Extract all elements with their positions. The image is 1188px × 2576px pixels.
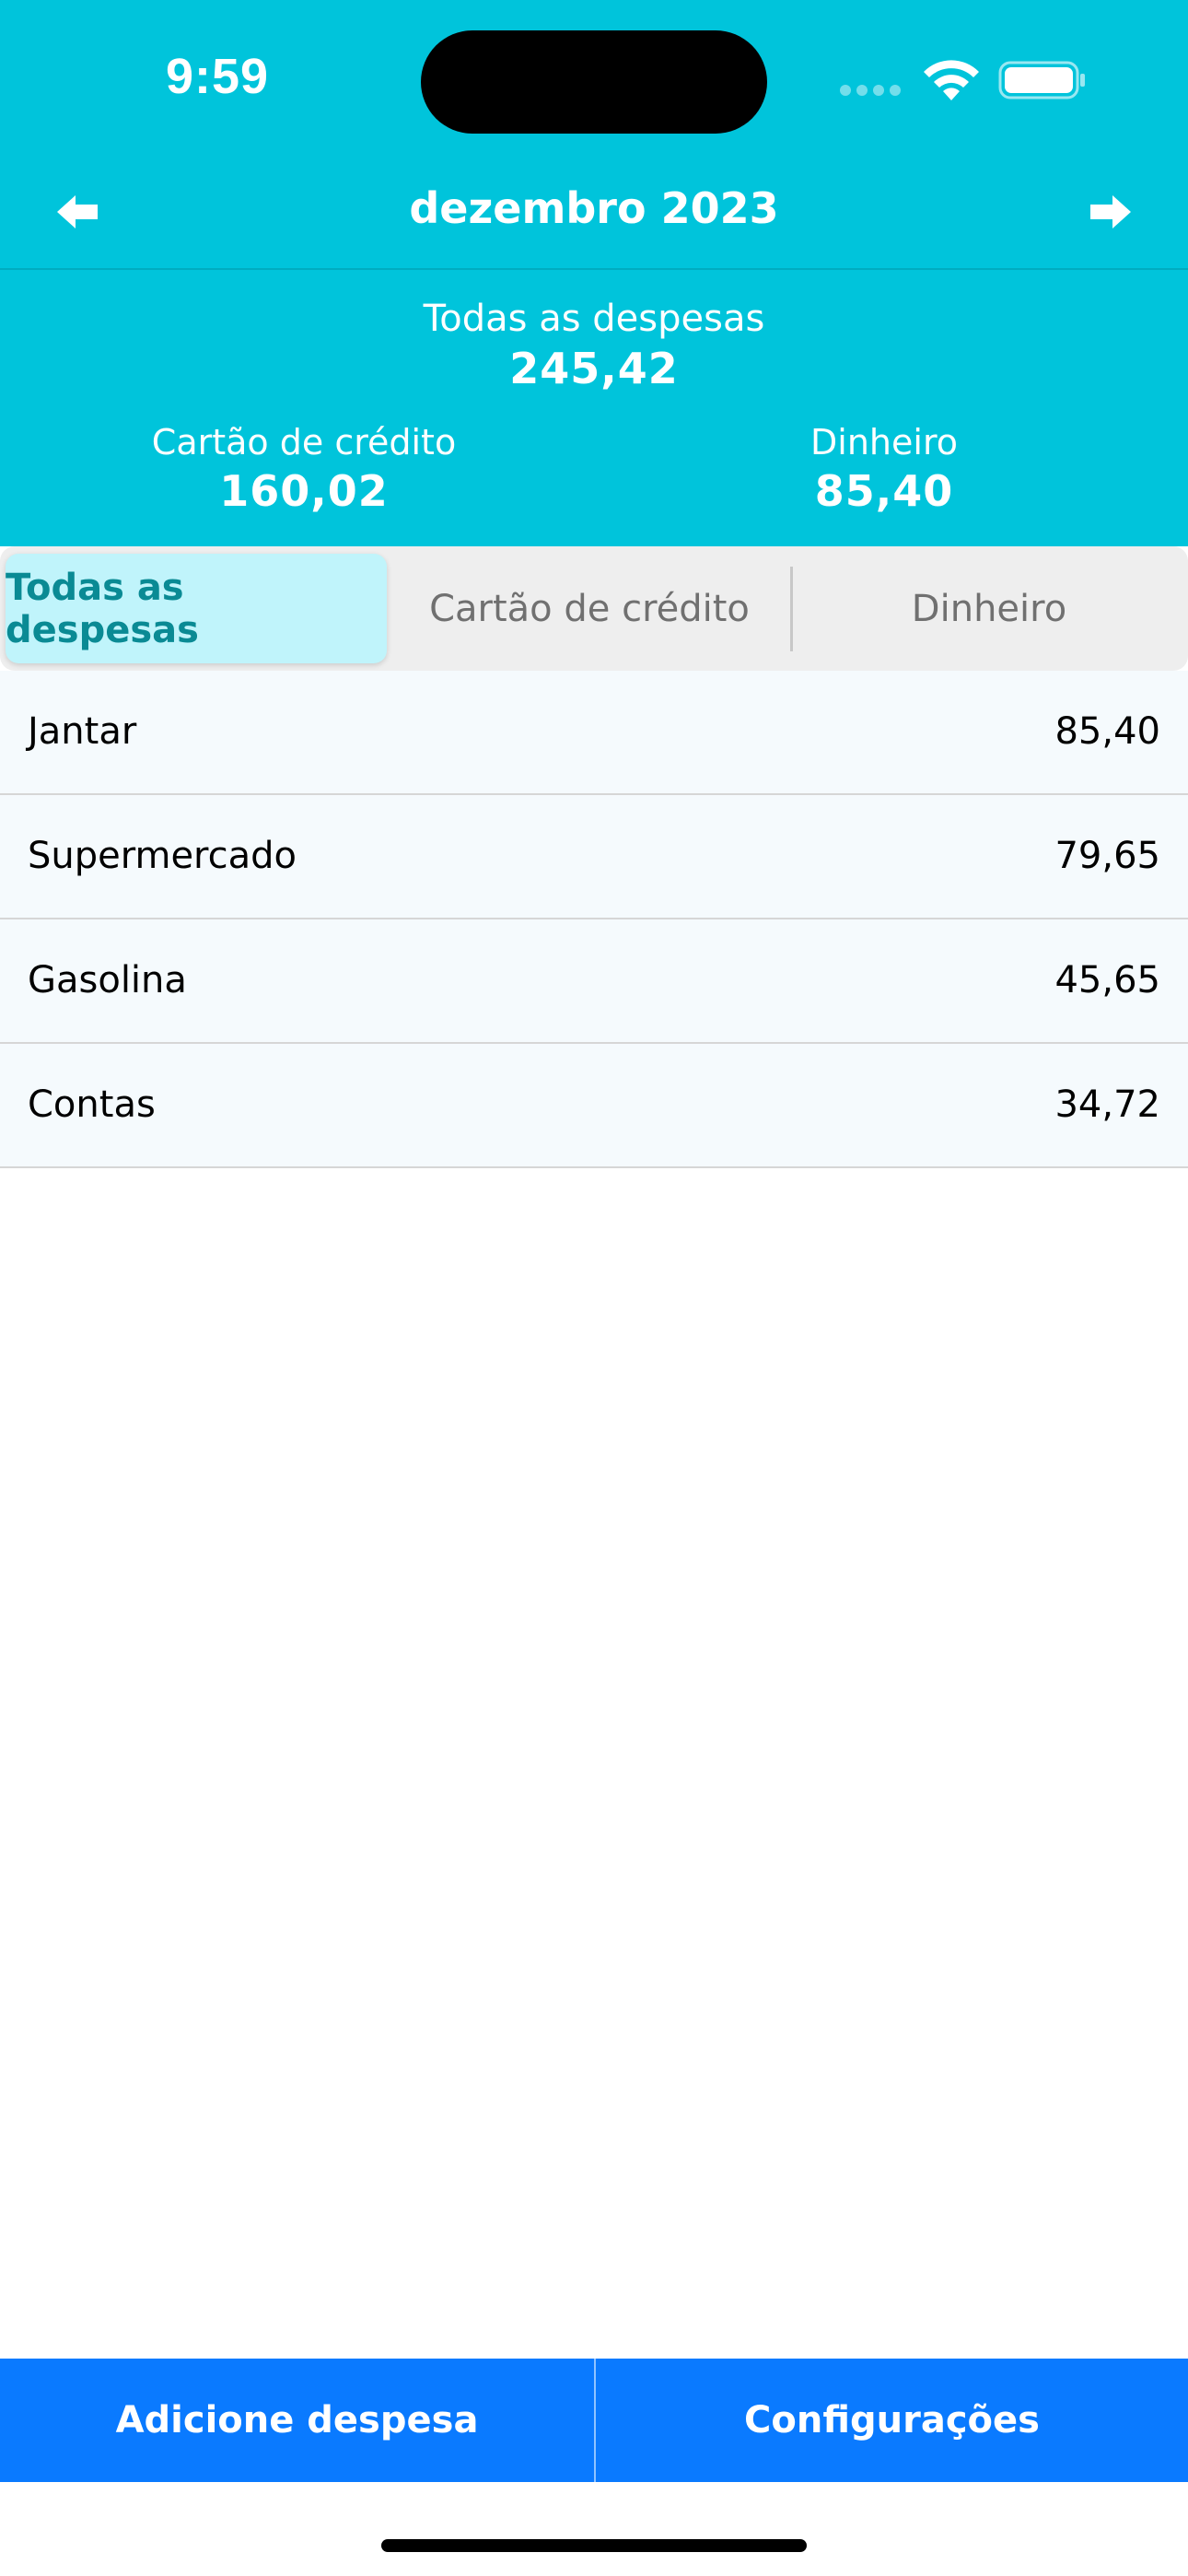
expense-filter-segmented-control: Todas as despesas Cartão de crédito Dinh… bbox=[0, 546, 1188, 671]
next-month-button[interactable] bbox=[1074, 181, 1147, 246]
expense-amount: 45,65 bbox=[1054, 959, 1160, 1001]
expense-amount: 34,72 bbox=[1054, 1083, 1160, 1126]
tab-cash[interactable]: Dinheiro bbox=[794, 554, 1184, 663]
expense-amount: 79,65 bbox=[1054, 835, 1160, 877]
status-time: 9:59 bbox=[166, 49, 270, 104]
list-item[interactable]: Jantar 85,40 bbox=[0, 671, 1188, 795]
cash-label: Dinheiro bbox=[810, 422, 958, 463]
segment-divider bbox=[790, 567, 793, 651]
expense-name: Gasolina bbox=[28, 959, 187, 1001]
total-value: 245,42 bbox=[509, 344, 679, 393]
credit-card-label: Cartão de crédito bbox=[151, 422, 457, 463]
month-navigation: dezembro 2023 bbox=[0, 161, 1188, 270]
expense-name: Jantar bbox=[28, 710, 137, 753]
list-item[interactable]: Supermercado 79,65 bbox=[0, 795, 1188, 919]
bottom-toolbar: Adicione despesa Configurações bbox=[0, 2359, 1188, 2482]
wifi-icon bbox=[921, 58, 982, 102]
cash-value: 85,40 bbox=[814, 466, 954, 516]
cash-summary: Dinheiro 85,40 bbox=[626, 419, 1142, 517]
tab-credit-card[interactable]: Cartão de crédito bbox=[387, 554, 792, 663]
list-item[interactable]: Gasolina 45,65 bbox=[0, 919, 1188, 1044]
cellular-signal-icon bbox=[840, 85, 906, 98]
month-title: dezembro 2023 bbox=[409, 183, 779, 233]
status-bar: 9:59 bbox=[0, 0, 1188, 166]
credit-card-summary: Cartão de crédito 160,02 bbox=[46, 419, 562, 517]
battery-icon bbox=[998, 61, 1087, 100]
dynamic-island bbox=[421, 30, 767, 134]
list-item[interactable]: Contas 34,72 bbox=[0, 1044, 1188, 1168]
expense-name: Supermercado bbox=[28, 835, 297, 877]
settings-button[interactable]: Configurações bbox=[596, 2359, 1188, 2482]
total-summary: Todas as despesas 245,42 bbox=[0, 295, 1188, 394]
expense-name: Contas bbox=[28, 1083, 156, 1126]
expense-list: Jantar 85,40 Supermercado 79,65 Gasolina… bbox=[0, 671, 1188, 1168]
total-label: Todas as despesas bbox=[423, 298, 765, 340]
expense-amount: 85,40 bbox=[1054, 710, 1160, 753]
credit-card-value: 160,02 bbox=[219, 466, 389, 516]
home-indicator[interactable] bbox=[381, 2539, 807, 2552]
header: 9:59 dezembro 2023 Todas as despesas 245… bbox=[0, 0, 1188, 546]
tab-all-expenses[interactable]: Todas as despesas bbox=[6, 554, 387, 663]
arrow-right-icon bbox=[1089, 193, 1133, 234]
add-expense-button[interactable]: Adicione despesa bbox=[0, 2359, 594, 2482]
